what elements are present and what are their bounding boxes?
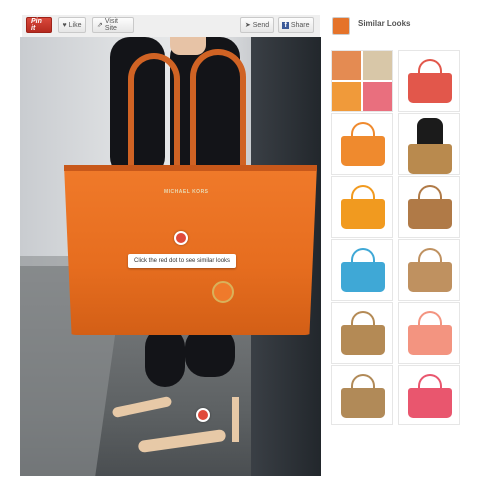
bag-shape (408, 325, 452, 355)
hand (170, 37, 206, 55)
similar-look-tile[interactable] (331, 239, 393, 301)
bag-rim (64, 165, 317, 171)
collage-cell (332, 82, 361, 111)
similar-look-tile[interactable] (398, 50, 460, 112)
visit-site-label: Visit Site (104, 18, 118, 32)
like-label: Like (68, 21, 82, 29)
collage-cell (363, 51, 392, 80)
bag-shape (408, 388, 452, 418)
share-label: Share (290, 21, 310, 29)
share-button[interactable]: f Share (278, 17, 314, 33)
similar-look-tile[interactable] (331, 113, 393, 175)
similar-look-tile[interactable] (398, 113, 460, 175)
similar-looks-hint: Click the red dot to see similar looks (128, 254, 237, 268)
similar-looks-title: Similar Looks (358, 19, 411, 28)
similar-looks-dot[interactable] (174, 231, 188, 245)
bag-shape (408, 199, 452, 229)
similar-look-tile[interactable] (398, 365, 460, 425)
similar-look-tile[interactable] (331, 50, 393, 112)
similar-look-tile[interactable] (331, 176, 393, 238)
bag-shape (408, 262, 452, 292)
visit-site-button[interactable]: ⇗ Visit Site (92, 17, 134, 33)
link-icon: ⇗ (97, 22, 103, 29)
pin-it-label: Pin it (31, 18, 42, 32)
similar-look-tile[interactable] (398, 239, 460, 301)
similar-look-tile[interactable] (331, 365, 393, 425)
heart-icon: ♥ (62, 21, 67, 29)
bag-shape (341, 325, 385, 355)
similar-looks-header: Similar Looks (328, 15, 468, 37)
bag-shape (408, 73, 452, 103)
similar-look-tile[interactable] (398, 302, 460, 364)
bag-shape (341, 262, 385, 292)
similar-look-tile[interactable] (398, 176, 460, 238)
send-button[interactable]: ➤ Send (240, 17, 274, 33)
source-thumbnail (332, 17, 350, 35)
send-icon: ➤ (244, 22, 251, 29)
leg-left-lower (145, 327, 185, 387)
similar-looks-grid (331, 50, 463, 475)
bag-shape (341, 199, 385, 229)
send-label: Send (252, 21, 270, 29)
similar-look-tile[interactable] (331, 302, 393, 364)
facebook-icon: f (282, 21, 289, 29)
main-photo: MICHAEL KORS Click the red dot to see si… (20, 37, 321, 476)
bag-shape (341, 136, 385, 166)
bag-charm (212, 281, 234, 303)
collage-cell (332, 51, 361, 80)
pin-it-button[interactable]: Pin it (26, 17, 52, 33)
like-button[interactable]: ♥ Like (58, 17, 86, 33)
collage-cell (363, 82, 392, 111)
pin-toolbar: Pin it ♥ Like ⇗ Visit Site ➤ Send f Shar… (22, 15, 320, 38)
heel-stem (232, 397, 239, 442)
bag-shape (408, 144, 452, 174)
bag-shape (341, 388, 385, 418)
similar-looks-dot-shoes[interactable] (196, 408, 210, 422)
bag-brand-logo: MICHAEL KORS (164, 189, 209, 195)
